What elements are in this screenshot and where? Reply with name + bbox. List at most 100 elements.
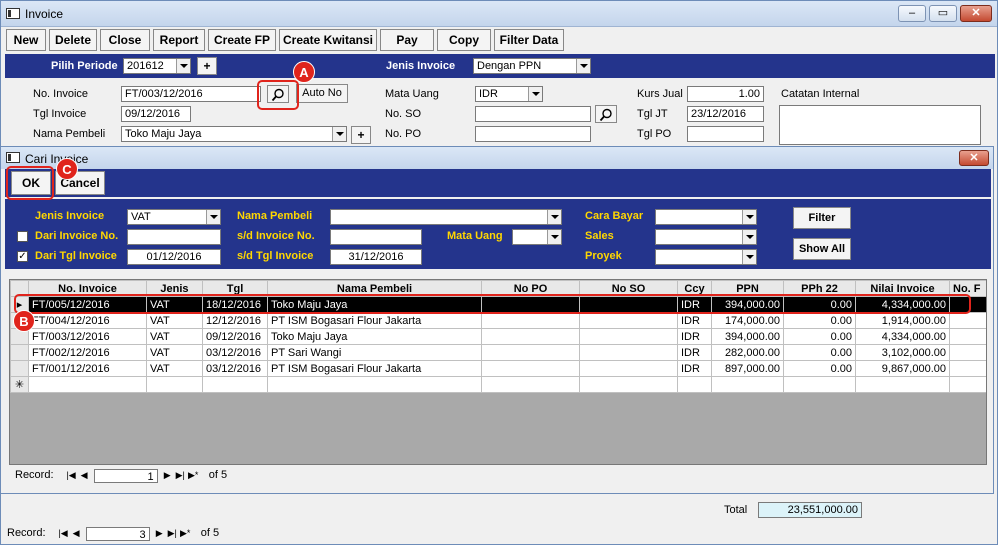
table-cell: 03/12/2016: [202, 344, 268, 361]
period-select[interactable]: 201612: [123, 58, 191, 74]
first-record-button[interactable]: |◀: [65, 469, 78, 482]
table-cell: IDR: [677, 360, 712, 377]
last-record-button[interactable]: ▶|: [166, 527, 179, 540]
table-cell: VAT: [146, 360, 203, 377]
next-record-button[interactable]: ▶: [161, 469, 174, 482]
period-label: Pilih Periode: [51, 60, 118, 72]
record-number-field[interactable]: 3: [85, 527, 150, 541]
dari-invoice-field[interactable]: [127, 229, 221, 245]
tgl-po-label: Tgl PO: [637, 128, 672, 140]
create-fp-button[interactable]: Create FP: [208, 29, 276, 51]
mata-uang-select[interactable]: IDR: [475, 86, 543, 102]
filter-button[interactable]: Filter: [793, 207, 851, 229]
dialog-close-button[interactable]: ✕: [959, 150, 989, 166]
catatan-internal-field[interactable]: [779, 105, 981, 145]
table-cell: FT/003/12/2016: [28, 328, 147, 345]
close-button[interactable]: Close: [100, 29, 150, 51]
delete-button[interactable]: Delete: [49, 29, 97, 51]
sd-invoice-field[interactable]: [330, 229, 422, 245]
cara-bayar-select[interactable]: [655, 209, 757, 225]
mata-uang-filter-select[interactable]: [512, 229, 562, 245]
nama-pembeli-select[interactable]: Toko Maju Jaya: [121, 126, 347, 142]
nama-pembeli-filter-select[interactable]: [330, 209, 562, 225]
tgl-po-field[interactable]: [687, 126, 764, 142]
table-cell: [146, 376, 203, 393]
filter-data-button[interactable]: Filter Data: [494, 29, 564, 51]
prev-record-button[interactable]: ◀: [70, 527, 83, 540]
jenis-invoice-filter-label: Jenis Invoice: [35, 210, 105, 222]
record-label: Record:: [15, 469, 54, 481]
table-cell: 0.00: [783, 344, 856, 361]
nama-pembeli-value: Toko Maju Jaya: [125, 128, 202, 140]
first-record-button[interactable]: |◀: [57, 527, 70, 540]
prev-record-button[interactable]: ◀: [78, 469, 91, 482]
table-cell: [949, 360, 986, 377]
close-window-button[interactable]: ✕: [960, 5, 992, 22]
nama-pembeli-label: Nama Pembeli: [33, 128, 106, 140]
main-toolbar: New Delete Close Report Create FP Create…: [5, 28, 995, 52]
table-row[interactable]: FT/001/12/2016 VAT 03/12/2016 PT ISM Bogasa…: [10, 360, 986, 377]
callout-b-highlight: [14, 294, 971, 314]
table-row[interactable]: FT/002/12/2016 VAT 03/12/2016 PT Sari Wangi…: [10, 344, 986, 361]
table-cell: IDR: [677, 312, 712, 329]
sales-label: Sales: [585, 230, 614, 242]
pay-button[interactable]: Pay: [380, 29, 434, 51]
jenis-invoice-value: Dengan PPN: [477, 60, 542, 72]
record-number-field[interactable]: 1: [93, 469, 158, 483]
table-cell: [711, 376, 784, 393]
table-cell: [202, 376, 268, 393]
table-cell: [855, 376, 950, 393]
dari-tgl-field[interactable]: 01/12/2016: [127, 249, 221, 265]
no-so-field[interactable]: [475, 106, 591, 122]
table-cell: [579, 344, 678, 361]
add-pembeli-button[interactable]: +: [351, 126, 371, 144]
no-po-field[interactable]: [475, 126, 591, 142]
table-cell: [481, 312, 580, 329]
jenis-invoice-filter-select[interactable]: VAT: [127, 209, 221, 225]
dari-invoice-checkbox[interactable]: [17, 231, 28, 242]
last-record-button[interactable]: ▶|: [174, 469, 187, 482]
no-so-label: No. SO: [385, 108, 422, 120]
table-cell: Toko Maju Jaya: [267, 328, 482, 345]
new-record-button[interactable]: ▶*: [187, 469, 200, 482]
create-kwitansi-button[interactable]: Create Kwitansi: [279, 29, 377, 51]
table-cell: 3,102,000.00: [855, 344, 950, 361]
table-cell: 174,000.00: [711, 312, 784, 329]
table-row[interactable]: FT/004/12/2016 VAT 12/12/2016 PT ISM Bogasa…: [10, 312, 986, 329]
table-cell: [481, 328, 580, 345]
table-cell: [677, 376, 712, 393]
record-of-label: of 5: [208, 469, 228, 481]
sales-select[interactable]: [655, 229, 757, 245]
new-button[interactable]: New: [6, 29, 46, 51]
row-selector[interactable]: [10, 344, 29, 361]
auto-no-button[interactable]: Auto No: [296, 84, 348, 103]
chevron-down-icon: [547, 210, 561, 224]
kurs-jual-field[interactable]: 1.00: [687, 86, 764, 102]
table-cell: PT Sari Wangi: [267, 344, 482, 361]
sd-tgl-field[interactable]: 31/12/2016: [330, 249, 422, 265]
show-all-button[interactable]: Show All: [793, 238, 851, 260]
no-invoice-field[interactable]: FT/003/12/2016: [121, 86, 261, 102]
tgl-invoice-field[interactable]: 09/12/2016: [121, 106, 191, 122]
table-row[interactable]: FT/003/12/2016 VAT 09/12/2016 Toko Maju Jay…: [10, 328, 986, 345]
dari-tgl-checkbox[interactable]: ✓: [17, 251, 28, 262]
total-label: Total: [724, 504, 748, 516]
proyek-select[interactable]: [655, 249, 757, 265]
next-record-button[interactable]: ▶: [153, 527, 166, 540]
window-title: Invoice: [25, 7, 64, 21]
table-cell: 0.00: [783, 328, 856, 345]
minimize-button[interactable]: –: [898, 5, 926, 22]
maximize-button[interactable]: ▭: [929, 5, 957, 22]
new-row[interactable]: ✳: [10, 376, 986, 393]
jenis-invoice-select[interactable]: Dengan PPN: [473, 58, 591, 74]
row-selector[interactable]: [10, 360, 29, 377]
search-so-button[interactable]: [595, 105, 617, 123]
table-cell: 03/12/2016: [202, 360, 268, 377]
search-icon: [599, 108, 612, 122]
period-add-button[interactable]: +: [197, 57, 217, 75]
tgl-jt-field[interactable]: 23/12/2016: [687, 106, 764, 122]
catatan-internal-label: Catatan Internal: [781, 88, 860, 100]
copy-button[interactable]: Copy: [437, 29, 491, 51]
new-record-button[interactable]: ▶*: [179, 527, 192, 540]
report-button[interactable]: Report: [153, 29, 205, 51]
